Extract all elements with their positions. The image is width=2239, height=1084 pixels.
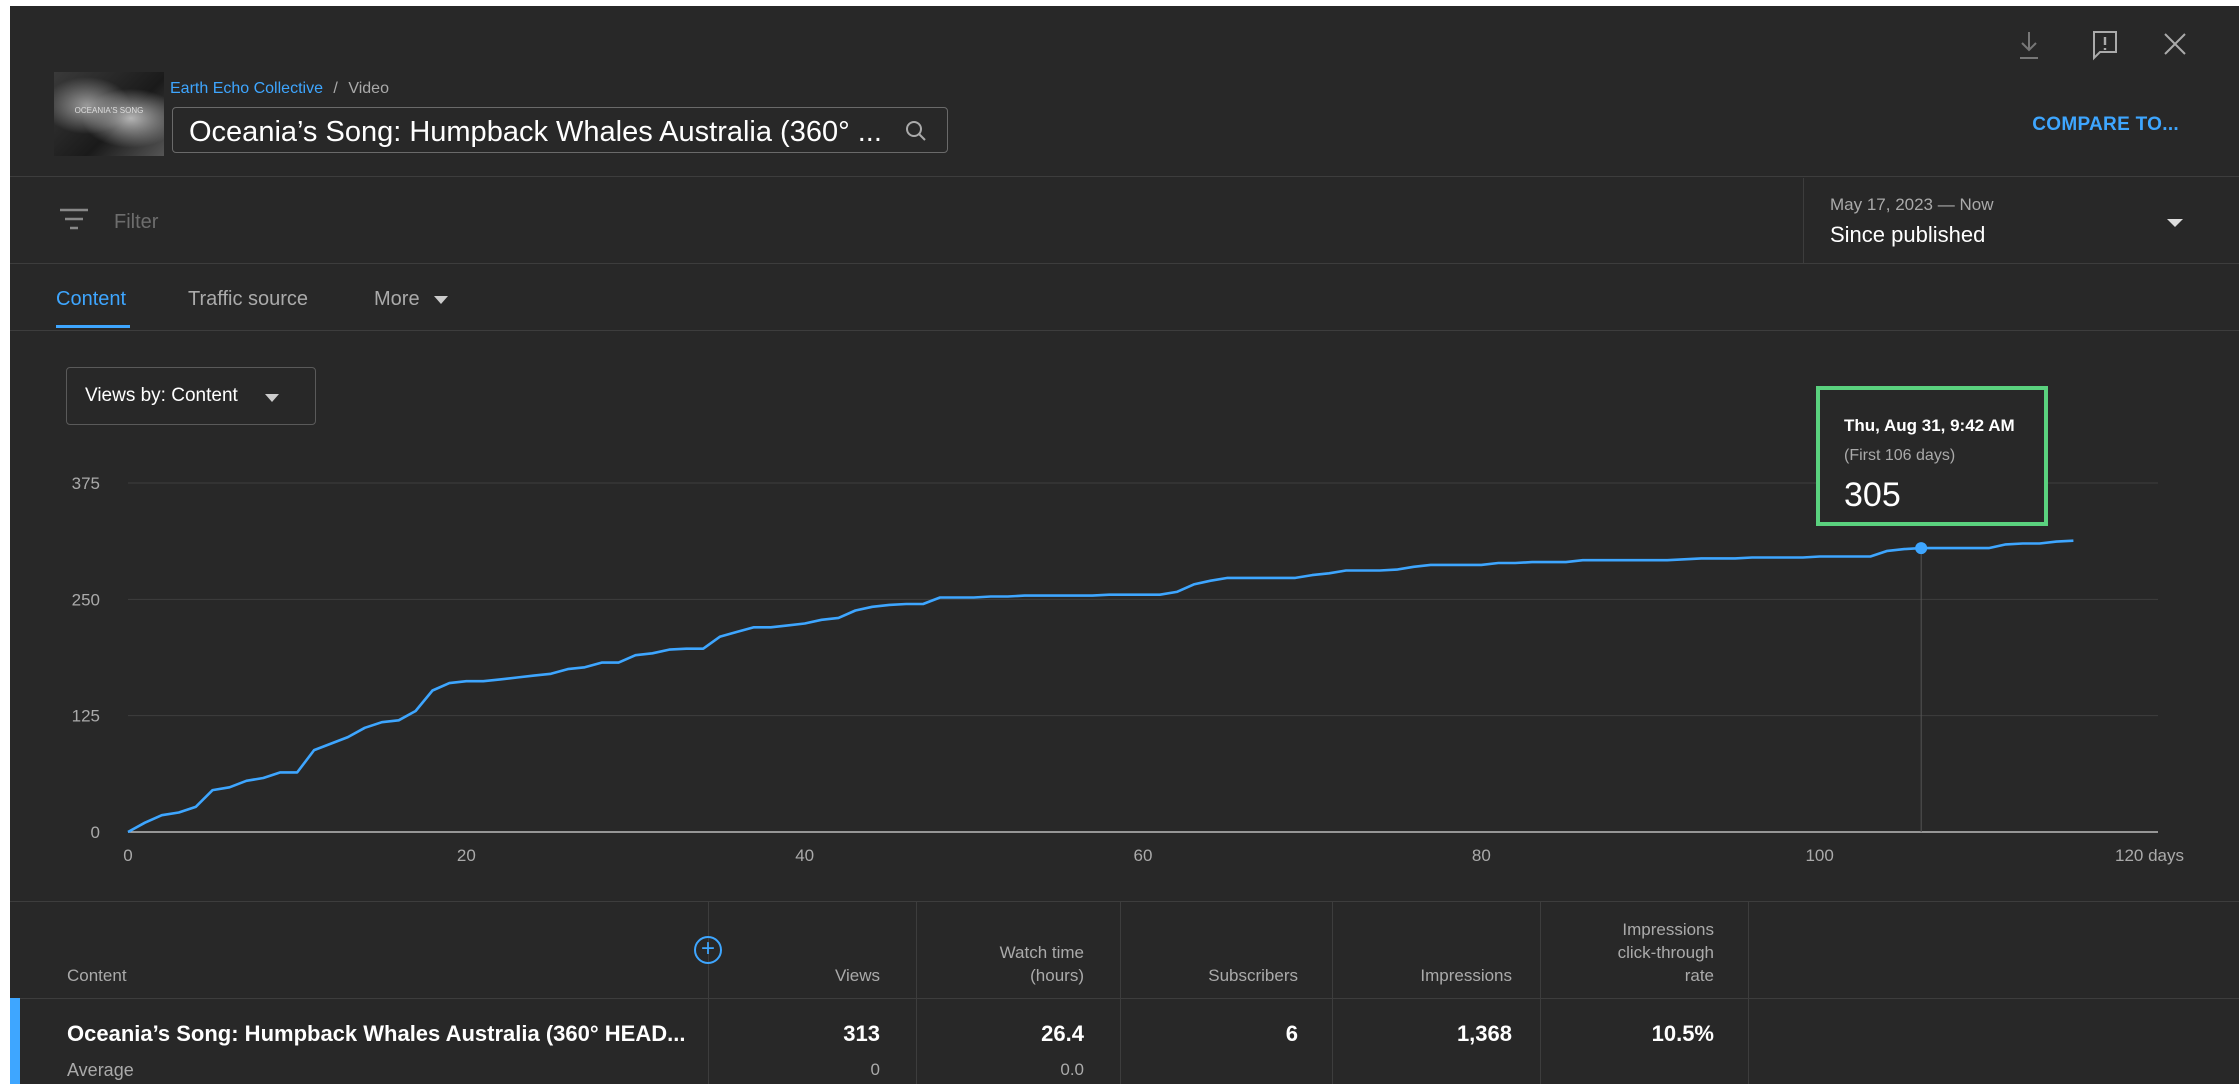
video-thumbnail[interactable]: OCEANIA'S SONG (54, 72, 164, 156)
caret-down-icon (265, 394, 279, 402)
views-by-label: Views by: Content (85, 385, 238, 406)
analytics-panel: OCEANIA'S SONG Earth Echo Collective / V… (10, 6, 2239, 1084)
column-separator (1120, 901, 1121, 1084)
search-icon[interactable] (903, 118, 929, 144)
column-header-ctr[interactable]: Impressions click-through rate (1542, 918, 1714, 987)
add-column-button[interactable]: + (694, 936, 722, 964)
caret-down-icon[interactable] (432, 294, 450, 306)
divider (10, 330, 2239, 331)
x-tick-label: 80 (1472, 846, 1491, 865)
filter-input[interactable]: Filter (114, 211, 158, 234)
column-separator (1540, 901, 1541, 1084)
cell-watch-time-average: 0.0 (1060, 1060, 1084, 1079)
divider (10, 176, 2239, 177)
breadcrumb: Earth Echo Collective / Video (170, 80, 389, 98)
video-title: Oceania’s Song: Humpback Whales Australi… (189, 116, 882, 148)
y-tick-label: 250 (72, 590, 100, 609)
column-header-impressions[interactable]: Impressions (1334, 964, 1512, 987)
header-line: click-through (1617, 943, 1714, 962)
highlight-point (1915, 542, 1928, 555)
tooltip-subtitle: (First 106 days) (1844, 447, 1956, 464)
x-axis-unit-label: 120 days (2115, 846, 2184, 865)
column-header-content[interactable]: Content (67, 964, 127, 987)
row-video-title[interactable]: Oceania’s Song: Humpback Whales Australi… (67, 1021, 685, 1047)
cell-subscribers: 6 (1285, 1021, 1298, 1046)
divider (10, 998, 2239, 999)
cell-watch-time: 26.4 (1041, 1021, 1084, 1046)
feedback-icon[interactable] (2090, 28, 2120, 62)
x-tick-label: 0 (123, 846, 132, 865)
column-separator (916, 901, 917, 1084)
breadcrumb-separator: / (333, 80, 338, 97)
cell-views-average: 0 (870, 1060, 880, 1079)
date-range-selector[interactable]: May 17, 2023 — Now Since published (1803, 178, 2239, 263)
divider (10, 901, 2239, 902)
header-line: (hours) (1030, 966, 1084, 985)
series-line (127, 539, 2074, 834)
x-tick-label: 40 (795, 846, 814, 865)
row-accent-bar (10, 998, 20, 1084)
views-by-dropdown[interactable]: Views by: Content (66, 367, 316, 425)
cell-views: 313 (843, 1021, 880, 1046)
video-selector[interactable]: Oceania’s Song: Humpback Whales Australi… (172, 107, 948, 153)
thumbnail-text: OCEANIA'S SONG (74, 106, 144, 115)
chart-tooltip: Thu, Aug 31, 9:42 AM (First 106 days) 30… (1816, 386, 2048, 526)
cell-ctr: 10.5% (1651, 1021, 1714, 1046)
tab-content[interactable]: Content (56, 288, 126, 311)
x-tick-label: 60 (1134, 846, 1153, 865)
breadcrumb-channel[interactable]: Earth Echo Collective (170, 80, 323, 97)
column-header-watch-time[interactable]: Watch time (hours) (918, 941, 1084, 987)
tooltip-date: Thu, Aug 31, 9:42 AM (1844, 416, 2015, 435)
column-separator (708, 901, 709, 1084)
divider (10, 263, 2239, 264)
cell-impressions: 1,368 (1456, 1021, 1512, 1046)
date-range-label: Since published (1830, 222, 1986, 247)
row-average-label: Average (67, 1060, 134, 1080)
header-line: rate (1684, 966, 1714, 985)
download-icon[interactable] (2015, 28, 2043, 62)
caret-down-icon (2167, 219, 2183, 227)
column-header-subscribers[interactable]: Subscribers (1122, 964, 1298, 987)
column-separator (1332, 901, 1333, 1084)
x-tick-label: 20 (457, 846, 476, 865)
breadcrumb-section: Video (348, 80, 389, 97)
column-header-views[interactable]: Views (710, 964, 880, 987)
tooltip-value: 305 (1844, 476, 1901, 514)
y-tick-label: 125 (72, 707, 100, 726)
tab-more[interactable]: More (374, 288, 420, 311)
date-range-text: May 17, 2023 — Now (1830, 195, 1994, 214)
compare-to-button[interactable]: COMPARE TO... (2032, 114, 2179, 136)
tab-active-indicator (56, 325, 130, 328)
y-tick-label: 0 (91, 823, 100, 842)
tab-traffic-source[interactable]: Traffic source (188, 288, 308, 311)
y-tick-label: 375 (72, 474, 100, 493)
header-line: Watch time (999, 943, 1084, 962)
filter-icon[interactable] (58, 206, 92, 234)
x-tick-label: 100 (1805, 846, 1833, 865)
close-icon[interactable] (2160, 28, 2190, 62)
header-line: Impressions (1622, 920, 1714, 939)
column-separator (1748, 901, 1749, 1084)
